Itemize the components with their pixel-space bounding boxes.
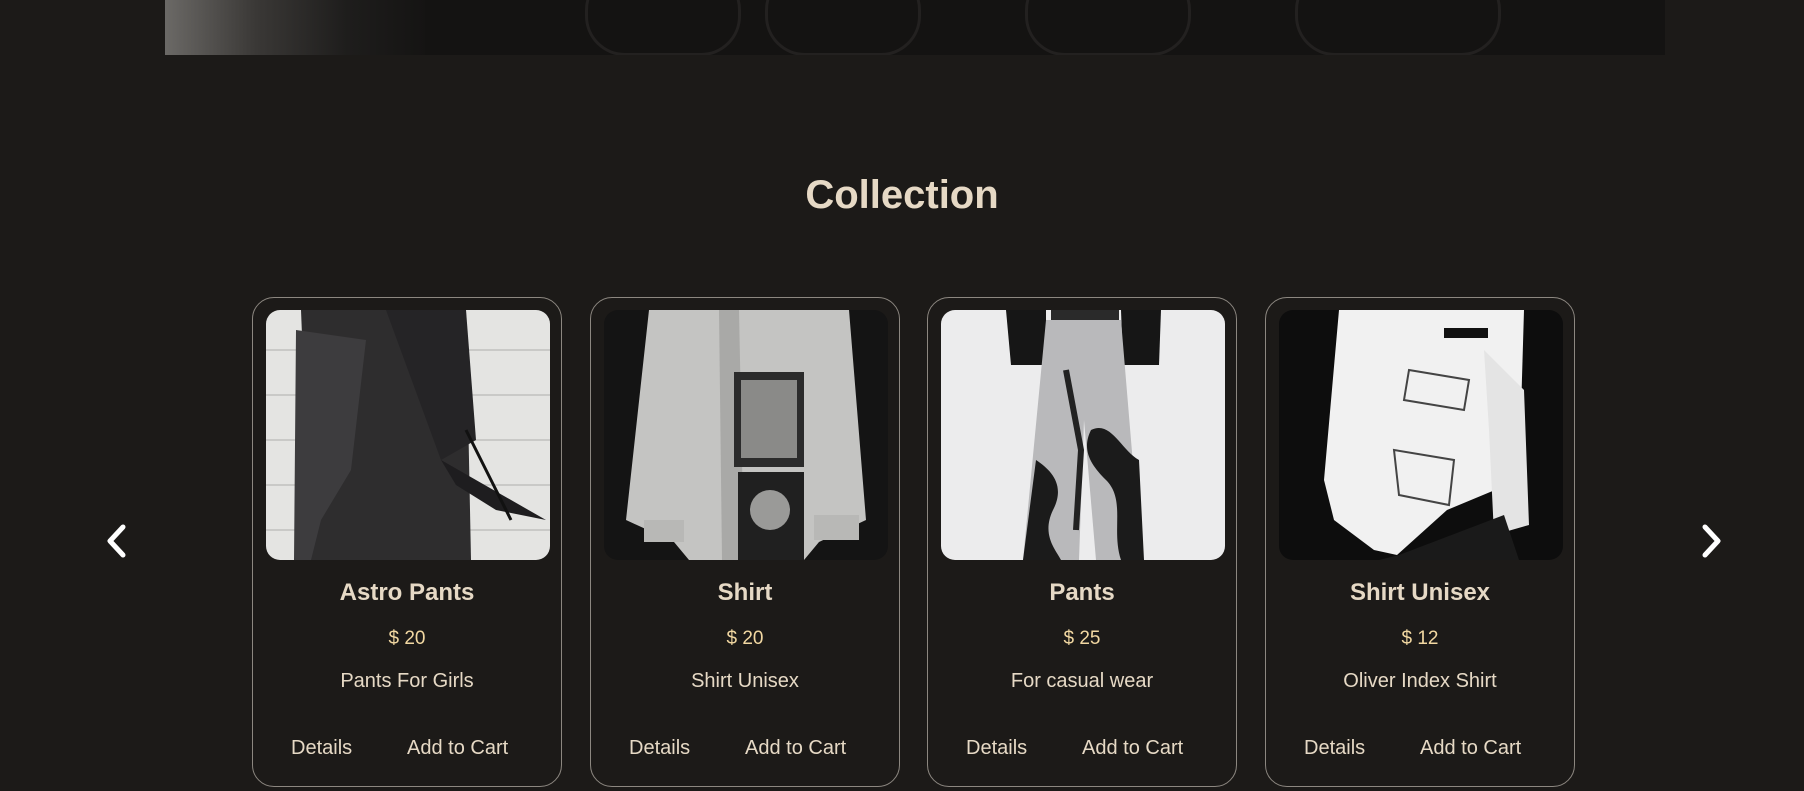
- details-button[interactable]: Details: [291, 737, 352, 760]
- product-description: Oliver Index Shirt: [1343, 670, 1497, 692]
- details-button[interactable]: Details: [966, 737, 1027, 760]
- product-name: Shirt: [717, 579, 773, 606]
- product-image[interactable]: [1279, 310, 1563, 560]
- product-name: Pants: [1049, 579, 1115, 606]
- product-image[interactable]: [604, 310, 888, 560]
- product-image[interactable]: [266, 310, 550, 560]
- collection-title: Collection: [805, 173, 999, 217]
- product-image[interactable]: [941, 310, 1225, 560]
- hero-banner: [165, 0, 1665, 55]
- carousel-next-button[interactable]: [1690, 521, 1730, 561]
- add-to-cart-button[interactable]: Add to Cart: [745, 737, 846, 760]
- add-to-cart-button[interactable]: Add to Cart: [1082, 737, 1183, 760]
- product-price: $ 20: [726, 628, 764, 649]
- carousel-prev-button[interactable]: [98, 521, 138, 561]
- product-price: $ 12: [1401, 628, 1439, 649]
- banner-decoration: [765, 0, 921, 55]
- add-to-cart-button[interactable]: Add to Cart: [1420, 737, 1521, 760]
- product-card: Shirt Unisex $ 12 Oliver Index Shirt Det…: [1265, 297, 1575, 787]
- product-card: Shirt $ 20 Shirt Unisex Details Add to C…: [590, 297, 900, 787]
- product-name: Astro Pants: [339, 579, 475, 606]
- product-card: Astro Pants $ 20 Pants For Girls Details…: [252, 297, 562, 787]
- product-description: For casual wear: [1010, 670, 1154, 692]
- banner-decoration: [1025, 0, 1191, 55]
- product-card: Pants $ 25 For casual wear Details Add t…: [927, 297, 1237, 787]
- product-name: Shirt Unisex: [1349, 579, 1491, 606]
- details-button[interactable]: Details: [1304, 737, 1365, 760]
- chevron-left-icon: [107, 524, 126, 558]
- add-to-cart-button[interactable]: Add to Cart: [407, 737, 508, 760]
- product-price: $ 20: [388, 628, 426, 649]
- banner-photo: [165, 0, 425, 55]
- product-description: Pants For Girls: [340, 670, 474, 692]
- banner-decoration: [585, 0, 741, 55]
- product-description: Shirt Unisex: [691, 670, 799, 692]
- chevron-right-icon: [1702, 524, 1721, 558]
- product-price: $ 25: [1063, 628, 1101, 649]
- banner-decoration: [1295, 0, 1501, 55]
- details-button[interactable]: Details: [629, 737, 690, 760]
